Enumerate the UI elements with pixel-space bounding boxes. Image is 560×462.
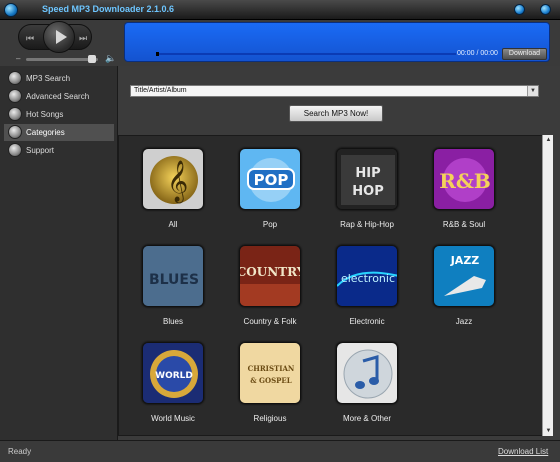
category-jazz-art: JAZZ [433, 245, 495, 307]
sidebar: MP3 Search Advanced Search Hot Songs Cat… [0, 66, 118, 440]
category-all-art: 𝄞 [142, 148, 204, 210]
volume-slider-knob[interactable] [88, 55, 96, 63]
category-rnb-art: R&B [433, 148, 495, 210]
rnb-art-text: R&B [439, 169, 491, 193]
sidebar-item-label: Categories [26, 128, 65, 137]
search-dropdown-value: Title/Artist/Album [134, 87, 187, 94]
app-title: Speed MP3 Downloader 2.1.0.6 [42, 4, 175, 14]
category-country-folk[interactable]: COUNTRY Country & Folk [225, 245, 315, 339]
search-mp3-button[interactable]: Search MP3 Now! [289, 105, 383, 122]
scroll-up-icon[interactable]: ▲ [543, 135, 554, 145]
now-playing-display: 00:00 / 00:00 Download [124, 22, 550, 62]
svg-text:CHRISTIAN: CHRISTIAN [248, 364, 295, 373]
seek-handle[interactable] [156, 52, 159, 56]
scroll-down-icon[interactable]: ▼ [543, 426, 554, 436]
category-world-art: WORLD [142, 342, 204, 404]
category-label: Electronic [349, 317, 385, 326]
category-blues-art: BLUES [142, 245, 204, 307]
svg-text:HOP: HOP [352, 184, 383, 199]
category-rnb-soul[interactable]: R&B R&B & Soul [419, 148, 509, 242]
category-world-music[interactable]: WORLD World Music [128, 342, 218, 435]
category-more-other[interactable]: More & Other [322, 342, 412, 435]
player-bar: ⏮ ⏭ – 🔈 00:00 / 00:00 Download [0, 20, 560, 66]
category-label: Pop [262, 220, 278, 229]
electronic-art-text: electronic [341, 272, 395, 285]
category-label: All [168, 220, 178, 229]
download-button[interactable]: Download [502, 48, 547, 60]
pop-art-text: POP [254, 171, 289, 189]
seek-bar[interactable] [156, 53, 456, 55]
categories-grid: 𝄞 All POP Pop HIP HOP Rap & Hip-Hop R&B … [118, 135, 548, 436]
category-pop[interactable]: POP Pop [225, 148, 315, 242]
sidebar-item-label: Advanced Search [26, 92, 90, 101]
category-electronic-art: electronic [336, 245, 398, 307]
sidebar-item-categories[interactable]: Categories [4, 124, 114, 141]
sidebar-item-hot-songs[interactable]: Hot Songs [4, 106, 114, 123]
category-label: Religious [253, 414, 287, 423]
status-bar: Ready Download List [0, 440, 560, 462]
category-label: World Music [151, 414, 195, 423]
category-religious-art: CHRISTIAN & GOSPEL [239, 342, 301, 404]
play-button[interactable] [43, 21, 75, 53]
sidebar-item-label: Hot Songs [26, 110, 64, 119]
vertical-scrollbar[interactable]: ▲ ▼ [542, 135, 553, 436]
search-dropdown[interactable]: Title/Artist/Album ▼ [130, 85, 539, 97]
speaker-icon[interactable]: 🔈 [105, 53, 116, 64]
time-readout: 00:00 / 00:00 [457, 50, 498, 57]
svg-text:HIP: HIP [355, 166, 380, 181]
world-art-text: WORLD [155, 371, 193, 381]
chevron-down-icon[interactable]: ▼ [527, 86, 538, 96]
main-panel: Title/Artist/Album ▼ Search MP3 Now! 𝄞 A… [118, 66, 560, 440]
title-bar: Speed MP3 Downloader 2.1.0.6 [0, 0, 560, 20]
mp3-search-icon [8, 71, 22, 85]
category-blues[interactable]: BLUES Blues [128, 245, 218, 339]
country-art-text: COUNTRY [240, 265, 301, 279]
app-logo-icon [4, 3, 18, 17]
minimize-button[interactable] [514, 4, 525, 15]
download-list-link[interactable]: Download List [498, 447, 548, 456]
category-label: Blues [162, 317, 183, 326]
hot-songs-icon [8, 107, 22, 121]
sidebar-item-mp3-search[interactable]: MP3 Search [4, 70, 114, 87]
next-icon[interactable]: ⏭ [79, 33, 91, 43]
category-label: R&B & Soul [442, 220, 486, 229]
status-text: Ready [8, 447, 32, 456]
category-label: Rap & Hip-Hop [340, 220, 394, 229]
category-country-art: COUNTRY [239, 245, 301, 307]
category-hip-hop-art: HIP HOP [336, 148, 398, 210]
category-rap-hip-hop[interactable]: HIP HOP Rap & Hip-Hop [322, 148, 412, 242]
support-icon [8, 143, 22, 157]
category-all[interactable]: 𝄞 All [128, 148, 218, 242]
transport-controls: ⏮ ⏭ [18, 21, 92, 53]
sidebar-item-support[interactable]: Support [4, 142, 114, 159]
category-religious[interactable]: CHRISTIAN & GOSPEL Religious [225, 342, 315, 435]
category-pop-art: POP [239, 148, 301, 210]
jazz-art-text: JAZZ [450, 254, 480, 267]
category-label: Country & Folk [243, 317, 297, 326]
sidebar-item-label: Support [26, 146, 55, 155]
play-icon [56, 30, 67, 44]
close-button[interactable] [540, 4, 551, 15]
previous-icon[interactable]: ⏮ [26, 33, 38, 43]
category-jazz[interactable]: JAZZ Jazz [419, 245, 509, 339]
music-note-icon [336, 342, 398, 404]
svg-text:𝄞: 𝄞 [167, 160, 188, 203]
category-electronic[interactable]: electronic Electronic [322, 245, 412, 339]
categories-icon [8, 125, 22, 139]
svg-text:& GOSPEL: & GOSPEL [250, 376, 291, 385]
category-label: More & Other [342, 414, 391, 423]
advanced-search-icon [8, 89, 22, 103]
sidebar-item-advanced-search[interactable]: Advanced Search [4, 88, 114, 105]
sidebar-item-label: MP3 Search [26, 74, 71, 83]
category-label: Jazz [455, 317, 473, 326]
blues-art-text: BLUES [149, 272, 199, 288]
volume-minus-icon: – [16, 54, 21, 63]
